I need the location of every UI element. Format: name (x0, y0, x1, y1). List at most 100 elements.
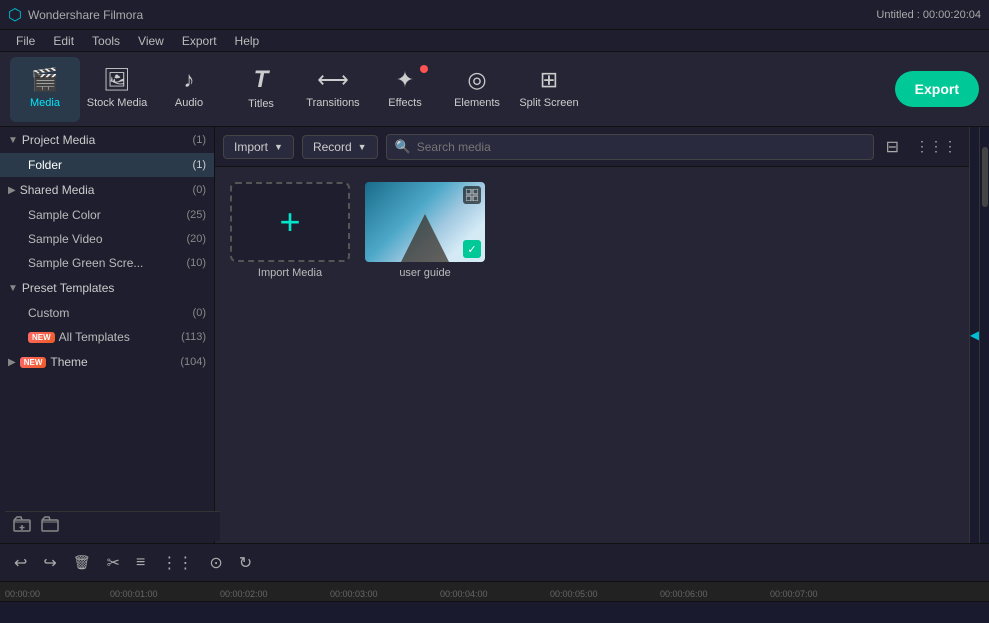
import-button[interactable]: Import ▼ (223, 135, 294, 159)
all-templates-badge: NEW (28, 332, 55, 343)
theme-count: (104) (180, 356, 206, 368)
tool-effects[interactable]: ✦ Effects (370, 57, 440, 122)
shared-media-count: (0) (193, 184, 206, 196)
snap-button[interactable]: ⊙ (205, 549, 226, 577)
sidebar-item-shared-media[interactable]: ▶ Shared Media (0) (0, 177, 214, 203)
sidebar-item-folder[interactable]: Folder (1) (0, 153, 214, 177)
menu-tools[interactable]: Tools (84, 32, 128, 50)
shared-media-chevron: ▶ (8, 185, 16, 196)
export-button[interactable]: Export (895, 71, 979, 107)
media-icon: 🎬 (31, 67, 58, 93)
record-button[interactable]: Record ▼ (302, 135, 378, 159)
undo-button[interactable]: ↩ (10, 549, 31, 577)
import-label: Import (234, 140, 268, 154)
tool-audio-label: Audio (175, 97, 203, 110)
project-media-chevron: ▼ (8, 135, 18, 146)
tool-transitions-label: Transitions (306, 97, 359, 110)
loop-button[interactable]: ↻ (235, 549, 256, 577)
collapse-handle[interactable]: ◀ (969, 127, 979, 543)
sidebar-item-theme[interactable]: ▶ NEW Theme (104) (0, 349, 214, 375)
grid-overlay-icon (463, 186, 481, 204)
ruler-mark-6: 00:00:06:00 (660, 582, 708, 601)
search-icon: 🔍 (395, 139, 411, 155)
record-dropdown-arrow: ▼ (358, 142, 367, 152)
timeline-tracks[interactable] (0, 602, 989, 623)
elements-icon: ◎ (467, 67, 486, 93)
theme-label: Theme (50, 355, 87, 369)
sidebar-section-preset-templates[interactable]: ▼ Preset Templates (0, 275, 214, 301)
sample-video-label: Sample Video (28, 232, 103, 246)
content-area: Import ▼ Record ▼ 🔍 ⊟ ⋮⋮⋮ + Import Media (215, 127, 969, 543)
split-screen-icon: ⊞ (540, 67, 558, 93)
audio-icon: ♪ (184, 67, 195, 93)
ruler-label-0: 00:00:00 (5, 589, 40, 599)
redo-button[interactable]: ↪ (39, 549, 60, 577)
import-dropdown-arrow: ▼ (274, 142, 283, 152)
search-input[interactable] (417, 140, 865, 154)
ruler-label-3: 00:00:03:00 (330, 589, 378, 599)
import-media-label: Import Media (258, 267, 322, 279)
sidebar-item-custom[interactable]: Custom (0) (0, 301, 214, 325)
tool-elements[interactable]: ◎ Elements (442, 57, 512, 122)
timeline-ruler: 00:00:00 00:00:01:00 00:00:02:00 00:00:0… (0, 582, 989, 602)
tool-media-label: Media (30, 97, 60, 110)
scroll-thumb[interactable] (982, 147, 988, 207)
ruler-label-7: 00:00:07:00 (770, 589, 818, 599)
menu-file[interactable]: File (8, 32, 43, 50)
import-media-item[interactable]: + Import Media (230, 182, 350, 279)
tool-stock-media[interactable]: 🖼 Stock Media (82, 57, 152, 122)
project-media-label: Project Media (22, 133, 95, 147)
effects-badge (420, 65, 428, 73)
tool-titles[interactable]: T Titles (226, 57, 296, 122)
tool-transitions[interactable]: ⟷ Transitions (298, 57, 368, 122)
audio-waveform-button[interactable]: ⋮⋮ (157, 549, 197, 577)
main-toolbar: 🎬 Media 🖼 Stock Media ♪ Audio T Titles ⟷… (0, 52, 989, 127)
right-scrollbar[interactable] (979, 127, 989, 543)
ruler-label-6: 00:00:06:00 (660, 589, 708, 599)
shared-media-label: Shared Media (20, 183, 95, 197)
app-logo-icon: ⬡ (8, 5, 22, 25)
preset-templates-label: Preset Templates (22, 281, 115, 295)
theme-chevron: ▶ (8, 357, 16, 368)
tool-media[interactable]: 🎬 Media (10, 57, 80, 122)
menu-edit[interactable]: Edit (45, 32, 82, 50)
search-box[interactable]: 🔍 (386, 134, 874, 160)
ruler-mark-1: 00:00:01:00 (110, 582, 158, 601)
user-guide-media-item[interactable]: ✓ user guide (365, 182, 485, 279)
adjust-button[interactable]: ≡ (132, 550, 149, 576)
folder-link-button[interactable] (41, 516, 59, 537)
grid-view-button[interactable]: ⋮⋮⋮ (911, 136, 961, 157)
app-title-section: ⬡ Wondershare Filmora (8, 5, 143, 25)
sidebar-item-sample-color[interactable]: Sample Color (25) (0, 203, 214, 227)
sample-color-count: (25) (186, 209, 206, 221)
user-guide-thumb: ✓ (365, 182, 485, 262)
ruler-mark-4: 00:00:04:00 (440, 582, 488, 601)
custom-label: Custom (28, 306, 69, 320)
main-area: ▼ Project Media (1) Folder (1) ▶ Shared … (0, 127, 989, 543)
timeline-area: ↩ ↪ 🗑 ✂ ≡ ⋮⋮ ⊙ ↻ 00:00:00 00:00:01:00 00… (0, 543, 989, 623)
app-name: Wondershare Filmora (28, 8, 143, 22)
tool-effects-label: Effects (388, 97, 421, 110)
sidebar-section-project-media[interactable]: ▼ Project Media (1) (0, 127, 214, 153)
sample-video-count: (20) (186, 233, 206, 245)
add-folder-button[interactable] (13, 516, 31, 537)
check-overlay-icon: ✓ (463, 240, 481, 258)
menu-help[interactable]: Help (227, 32, 268, 50)
tool-audio[interactable]: ♪ Audio (154, 57, 224, 122)
folder-label: Folder (28, 158, 62, 172)
transitions-icon: ⟷ (317, 67, 349, 93)
menu-export[interactable]: Export (174, 32, 225, 50)
sidebar-item-all-templates[interactable]: NEW All Templates (113) (0, 325, 214, 349)
theme-badge: NEW (20, 357, 47, 368)
filter-button[interactable]: ⊟ (882, 135, 903, 159)
tool-split-screen[interactable]: ⊞ Split Screen (514, 57, 584, 122)
import-media-box[interactable]: + (230, 182, 350, 262)
sidebar-item-sample-green[interactable]: Sample Green Scre... (10) (0, 251, 214, 275)
tool-titles-label: Titles (248, 98, 274, 111)
menu-view[interactable]: View (130, 32, 172, 50)
delete-button[interactable]: 🗑 (69, 550, 95, 575)
tool-elements-label: Elements (454, 97, 500, 110)
scissors-button[interactable]: ✂ (103, 549, 124, 577)
collapse-arrow-icon: ◀ (970, 328, 979, 342)
sidebar-item-sample-video[interactable]: Sample Video (20) (0, 227, 214, 251)
